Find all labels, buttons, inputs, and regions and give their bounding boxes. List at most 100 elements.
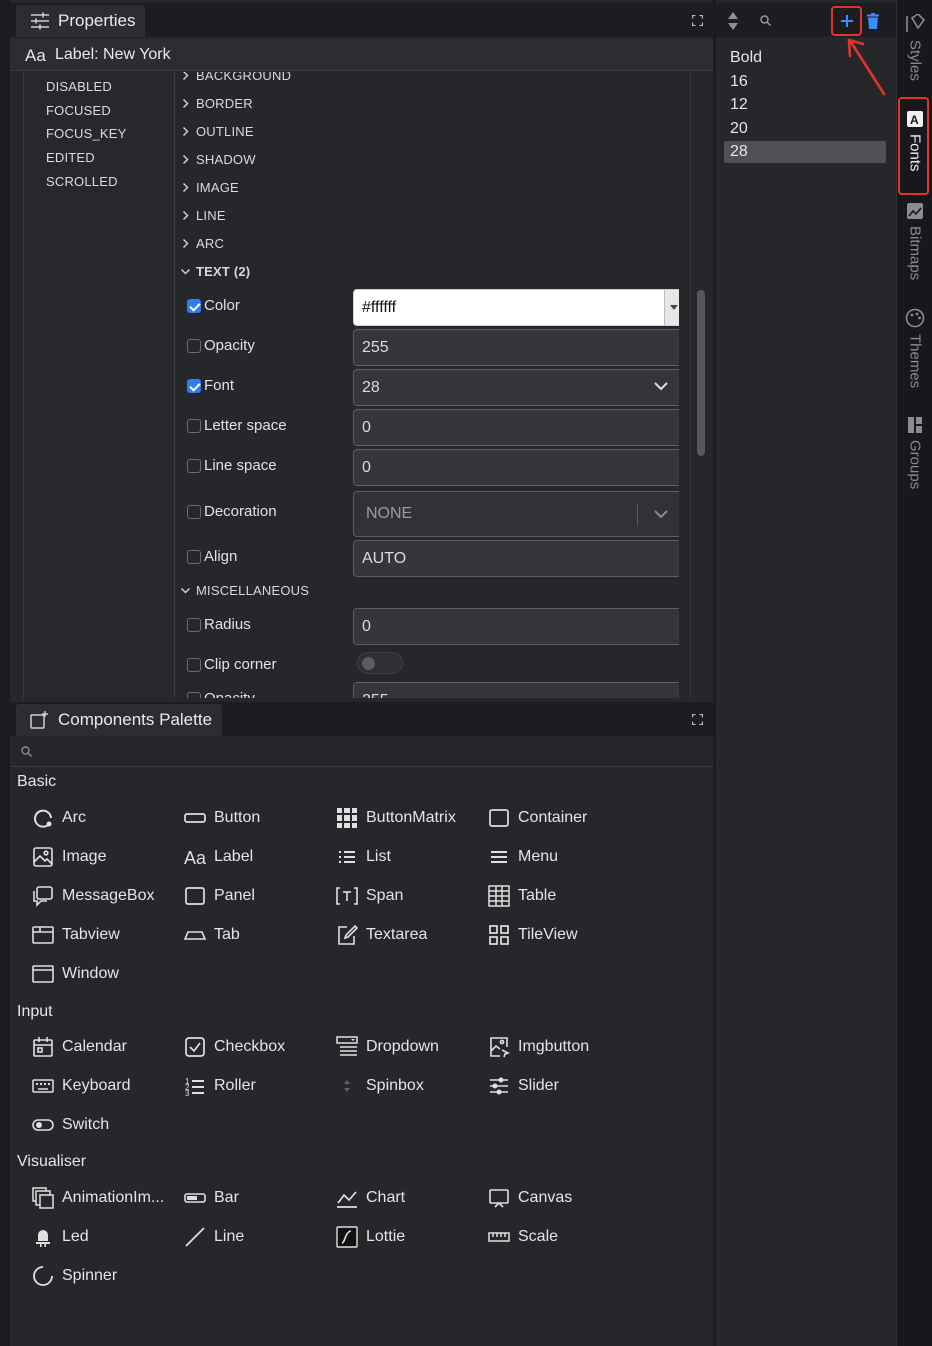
decoration-checkbox[interactable] (187, 505, 201, 519)
tab-components-palette[interactable]: Components Palette (16, 704, 223, 736)
chevron-right-icon (182, 99, 189, 108)
component-list[interactable]: List (336, 846, 391, 868)
color-checkbox[interactable] (187, 299, 201, 313)
line-space-input[interactable]: 0 (353, 449, 679, 486)
sort-icon[interactable] (728, 12, 738, 30)
property-list: BACKGROUND BORDER OUTLINE SHADOW IMAGE L… (175, 72, 679, 698)
state-item[interactable]: FOCUSED (46, 103, 111, 118)
maximize-icon[interactable] (692, 714, 703, 725)
opacity-checkbox[interactable] (187, 339, 201, 353)
component-label[interactable]: Aa Label (184, 846, 253, 868)
component-led[interactable]: Led (32, 1226, 89, 1248)
checkbox-icon (185, 1037, 205, 1057)
color-dropdown-button[interactable] (664, 290, 679, 325)
side-tab-themes[interactable]: Themes (897, 308, 932, 388)
component-imgbutton[interactable]: Imgbutton (488, 1036, 589, 1058)
side-tab-groups[interactable]: Groups (897, 416, 932, 489)
align-input[interactable]: AUTO (353, 540, 679, 577)
component-canvas[interactable]: Canvas (488, 1187, 572, 1209)
component-keyboard[interactable]: Keyboard (32, 1075, 131, 1097)
component-lottie[interactable]: Lottie (336, 1226, 405, 1248)
radius-input[interactable]: 0 (353, 608, 679, 645)
textarea-icon (338, 924, 358, 945)
font-select[interactable]: 28 (353, 369, 679, 406)
component-scale[interactable]: Scale (488, 1226, 558, 1248)
trash-icon[interactable] (867, 13, 879, 29)
side-tab-styles[interactable]: Styles (897, 14, 932, 81)
prop-row-clip-corner: Clip corner (187, 648, 677, 686)
section-line[interactable]: LINE (181, 208, 226, 223)
search-icon (21, 746, 32, 757)
component-calendar[interactable]: Calendar (32, 1036, 127, 1058)
component-slider[interactable]: Slider (488, 1075, 559, 1097)
component-roller[interactable]: 1 2 3 Roller (184, 1075, 256, 1097)
groups-icon (908, 417, 922, 433)
chevron-right-icon (182, 183, 189, 192)
section-shadow[interactable]: SHADOW (181, 152, 256, 167)
font-checkbox[interactable] (187, 379, 201, 393)
opacity2-input[interactable]: 255 (353, 682, 679, 698)
align-checkbox[interactable] (187, 550, 201, 564)
component-spinbox[interactable]: Spinbox (336, 1075, 424, 1097)
properties-scrollbar[interactable] (697, 290, 705, 456)
component-arc[interactable]: Arc (32, 807, 86, 829)
radius-checkbox[interactable] (187, 618, 201, 632)
palette-search-input[interactable] (10, 736, 713, 767)
component-container[interactable]: Container (488, 807, 587, 829)
clip-corner-toggle[interactable] (357, 652, 403, 674)
section-background[interactable]: BACKGROUND (181, 72, 291, 83)
chevron-right-icon (182, 211, 189, 220)
section-outline[interactable]: OUTLINE (181, 124, 254, 139)
component-menu[interactable]: Menu (488, 846, 558, 868)
component-tabview[interactable]: Tabview (32, 924, 120, 946)
opacity2-checkbox[interactable] (187, 692, 201, 698)
component-checkbox[interactable]: Checkbox (184, 1036, 285, 1058)
side-tab-bitmaps[interactable]: Bitmaps (897, 202, 932, 280)
palette-icon (905, 308, 925, 328)
opacity-input[interactable]: 255 (353, 329, 679, 366)
state-item[interactable]: EDITED (46, 150, 95, 165)
maximize-icon[interactable] (692, 15, 703, 26)
decoration-select[interactable]: NONE (353, 491, 679, 537)
component-image[interactable]: Image (32, 846, 106, 868)
section-text[interactable]: TEXT (2) (181, 264, 250, 279)
imgbutton-icon (490, 1037, 510, 1058)
add-font-button[interactable] (831, 6, 862, 36)
search-icon[interactable] (760, 15, 771, 26)
component-tab[interactable]: Tab (184, 924, 240, 946)
image-icon (33, 847, 53, 867)
component-tileview[interactable]: TileView (488, 924, 578, 946)
line-space-checkbox[interactable] (187, 459, 201, 473)
component-animationimg[interactable]: AnimationIm... (32, 1187, 164, 1209)
section-arc[interactable]: ARC (181, 236, 224, 251)
bar-icon (184, 1193, 206, 1203)
component-chart[interactable]: Chart (336, 1187, 405, 1209)
component-span[interactable]: Span (336, 885, 403, 907)
section-miscellaneous[interactable]: MISCELLANEOUS (181, 583, 309, 598)
tab-properties[interactable]: Properties (16, 5, 146, 37)
lottie-icon (336, 1226, 358, 1248)
state-item[interactable]: SCROLLED (46, 174, 118, 189)
component-spinner[interactable]: Spinner (32, 1265, 117, 1287)
color-input[interactable]: #ffffff (353, 289, 679, 326)
state-item[interactable]: FOCUS_KEY (46, 126, 127, 141)
section-image[interactable]: IMAGE (181, 180, 239, 195)
component-line[interactable]: Line (184, 1226, 244, 1248)
font-list-item[interactable]: 20 (724, 118, 886, 140)
font-list-item-selected[interactable]: 28 (724, 141, 886, 163)
component-table[interactable]: Table (488, 885, 556, 907)
component-textarea[interactable]: Textarea (336, 924, 427, 946)
component-bar[interactable]: Bar (184, 1187, 239, 1209)
component-panel[interactable]: Panel (184, 885, 255, 907)
component-button[interactable]: Button (184, 807, 260, 829)
clip-corner-checkbox[interactable] (187, 658, 201, 672)
letter-space-checkbox[interactable] (187, 419, 201, 433)
component-switch[interactable]: Switch (32, 1114, 109, 1136)
state-item[interactable]: DISABLED (46, 79, 112, 94)
letter-space-input[interactable]: 0 (353, 409, 679, 446)
component-buttonmatrix[interactable]: ButtonMatrix (336, 807, 456, 829)
component-window[interactable]: Window (32, 963, 119, 985)
component-messagebox[interactable]: MessageBox (32, 885, 155, 907)
section-border[interactable]: BORDER (181, 96, 253, 111)
component-dropdown[interactable]: Dropdown (336, 1036, 439, 1058)
